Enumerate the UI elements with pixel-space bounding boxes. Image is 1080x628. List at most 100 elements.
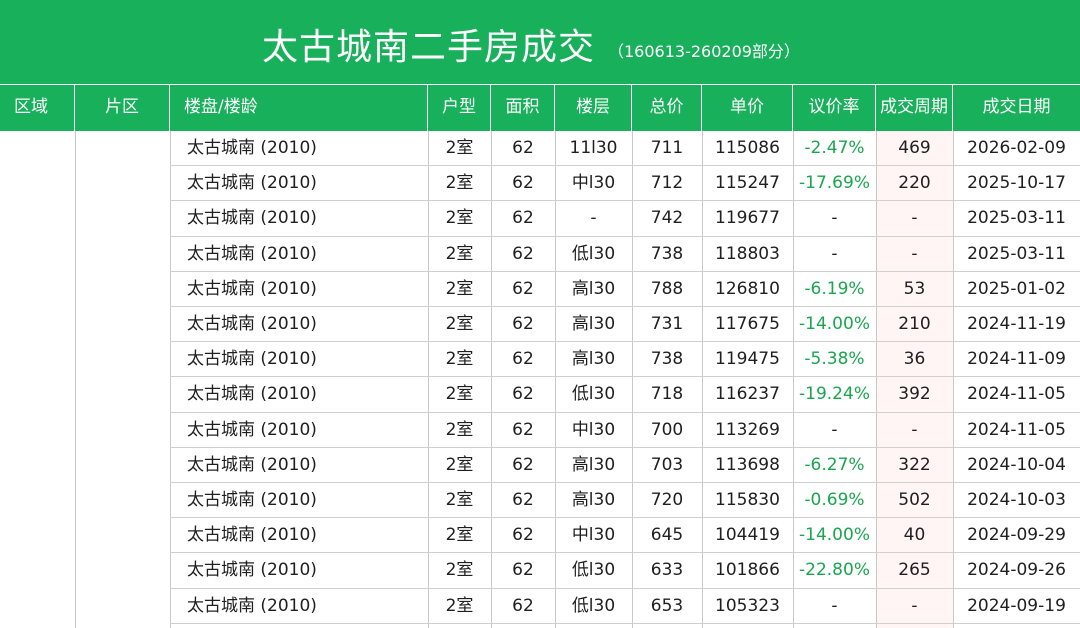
cell-deal-cycle: 36	[903, 349, 926, 370]
cell-layout: 2室	[445, 278, 474, 299]
cell-unit-price: 119475	[715, 349, 780, 370]
cell-layout: 2室	[445, 349, 474, 370]
header-layout[interactable]: 户型	[428, 85, 491, 132]
cell-area: 62	[512, 595, 534, 616]
header-unit-price[interactable]: 单价	[702, 85, 793, 132]
cell-unit-price: 118803	[715, 243, 780, 264]
table-row[interactable]: 太古城南 (2010) 2室 62 - 742 119677 - - 2025-03-11	[170, 201, 1080, 237]
header-deal-cycle[interactable]: 成交周期	[876, 85, 953, 132]
table-row[interactable]: 太古城南 (2010) 2室 62 中l30 712 115247 -17.69% 220 20…	[170, 166, 1080, 202]
cell-layout: 2室	[445, 419, 474, 440]
cell-estate: 太古城南 (2010)	[187, 595, 317, 616]
cell-deal-date: 2024-10-04	[967, 454, 1066, 475]
cell-area: 62	[512, 560, 534, 581]
cell-layout: 2室	[445, 208, 474, 229]
cell-deal-cycle: -	[911, 208, 918, 229]
cell-area: 62	[512, 278, 534, 299]
cell-deal-date: 2024-10-03	[967, 490, 1066, 510]
cell-bargain-rate: -	[831, 419, 838, 440]
cell-deal-cycle: 502	[898, 490, 931, 510]
cell-area: 62	[512, 490, 534, 510]
table-body: 太古城南 (2010) 2室 62 11l30 711 115086 -2.47% 469 20…	[0, 131, 1080, 628]
header-bargain-rate[interactable]: 议价率	[793, 85, 876, 132]
cell-bargain-rate: -5.38%	[804, 349, 865, 370]
table-row[interactable]: 太古城南 (2010) 2室 62 高l30 720 115830 -0.69% 502 202…	[170, 483, 1080, 519]
cell-deal-date: 2025-01-02	[967, 278, 1066, 299]
header-district[interactable]: 区域	[0, 85, 75, 132]
cell-deal-date: 2025-03-11	[967, 208, 1066, 229]
header-estate[interactable]: 楼盘/楼龄	[170, 85, 428, 132]
cell-area: 62	[512, 349, 534, 370]
cell-area: 62	[512, 419, 534, 440]
cell-total-price: 712	[650, 173, 684, 194]
cell-bargain-rate: -6.27%	[804, 454, 865, 475]
cell-floor: 高l30	[571, 349, 616, 370]
cell-floor: 低l30	[571, 384, 616, 405]
cell-floor: 高l30	[571, 278, 616, 299]
table-row[interactable]: 太古城南 (2010) 2室 62 低l30 718 116237 -19.24% 392 20…	[170, 377, 1080, 413]
cell-deal-date: 2024-09-19	[967, 595, 1066, 616]
cell-deal-date: 2025-03-11	[967, 243, 1066, 264]
cell-estate: 太古城南 (2010)	[187, 138, 317, 158]
cell-deal-date: 2024-11-05	[967, 419, 1066, 440]
header-deal-date[interactable]: 成交日期	[953, 85, 1080, 132]
table-row[interactable]: 太古城南 (2010) 2室 62 低l30 633 101866 -22.80% 265 20…	[170, 553, 1080, 589]
cell-total-price: 742	[650, 208, 684, 229]
cell-area: 62	[512, 454, 534, 475]
cell-floor: 中l30	[571, 173, 616, 194]
cell-total-price: 653	[650, 595, 684, 616]
table-row[interactable]: 太古城南 (2010) 2室 62 中l30 645 104419 -14.00% 40 202…	[170, 518, 1080, 554]
cell-area: 62	[512, 314, 534, 334]
cell-floor: -	[590, 208, 597, 229]
cell-estate: 太古城南 (2010)	[187, 560, 317, 581]
header-total-price[interactable]: 总价	[632, 85, 702, 132]
cell-area: 62	[512, 173, 534, 194]
table-row[interactable]: 太古城南 (2010) 2室 62 高l30 703 113698 -6.27% 322 202…	[170, 448, 1080, 483]
cell-deal-date: 2024-11-09	[967, 349, 1066, 370]
page-subtitle: （160613-260209部分）	[608, 42, 800, 61]
cell-floor: 低l30	[571, 243, 616, 264]
cell-layout: 2室	[445, 173, 474, 194]
cell-total-price: 738	[650, 243, 684, 264]
cell-total-price: 703	[650, 454, 684, 475]
cell-bargain-rate: -6.19%	[804, 278, 865, 299]
table-row[interactable]: 太古城南 (2010) 2室 62 中l30 700 113269 - - 2024-11-05	[170, 413, 1080, 448]
cell-floor: 高l30	[571, 490, 616, 510]
cell-unit-price: 104419	[715, 525, 780, 546]
header-zone[interactable]: 片区	[75, 85, 170, 132]
table-row[interactable]: 太古城南 (2010) 2室 62 高l30 731 117675 -14.00% 210 20…	[170, 307, 1080, 343]
table-header: 区域 片区 楼盘/楼龄 户型 面积 楼层 总价 单价 议价率 成交周期 成交日期	[0, 84, 1080, 132]
cell-unit-price: 113269	[715, 419, 780, 440]
cell-layout: 2室	[445, 384, 474, 405]
cell-deal-date: 2025-10-17	[967, 173, 1066, 194]
table-row[interactable]: 太古城南 (2010) 2室 62 低l30 738 118803 - - 2025-03-11	[170, 237, 1080, 272]
cell-bargain-rate: -	[831, 208, 838, 229]
cell-estate: 太古城南 (2010)	[187, 278, 317, 299]
cell-deal-cycle: 265	[898, 560, 931, 581]
cell-bargain-rate: -17.69%	[799, 173, 870, 194]
cell-layout: 2室	[445, 243, 474, 264]
header-floor[interactable]: 楼层	[555, 85, 632, 132]
cell-deal-cycle: -	[911, 419, 918, 440]
table-row[interactable]: 太古城南 (2010) 2室 62 高l30 788 126810 -6.19% 53 2025…	[170, 272, 1080, 307]
cell-estate: 太古城南 (2010)	[187, 314, 317, 334]
cell-deal-cycle: 210	[898, 314, 931, 334]
table-row[interactable]: 太古城南 (2010) 2室 62 高l30 738 119475 -5.38% 36 2024…	[170, 342, 1080, 378]
header-area[interactable]: 面积	[491, 85, 555, 132]
cell-unit-price: 117675	[715, 314, 780, 334]
cell-deal-date: 2026-02-09	[967, 138, 1066, 158]
table-row[interactable]: 太古城南 (2010) 2室 62 低l30 653 105323 - - 2024-09-19	[170, 589, 1080, 624]
cell-estate: 太古城南 (2010)	[187, 349, 317, 370]
cell-estate: 太古城南 (2010)	[187, 208, 317, 229]
cell-floor: 高l30	[571, 314, 616, 334]
table-row[interactable]: 太古城南 (2010) 2室 62 11l30 711 115086 -2.47% 469 20…	[170, 131, 1080, 167]
cell-total-price: 711	[650, 138, 684, 158]
cell-deal-date: 2024-09-29	[967, 525, 1066, 546]
cell-total-price: 738	[650, 349, 684, 370]
cell-floor: 中l30	[571, 525, 616, 546]
cell-deal-date: 2024-11-19	[967, 314, 1066, 334]
cell-area: 62	[512, 208, 534, 229]
cell-bargain-rate: -14.00%	[799, 525, 870, 546]
cell-bargain-rate: -2.47%	[804, 138, 865, 158]
cell-unit-price: 126810	[715, 278, 780, 299]
